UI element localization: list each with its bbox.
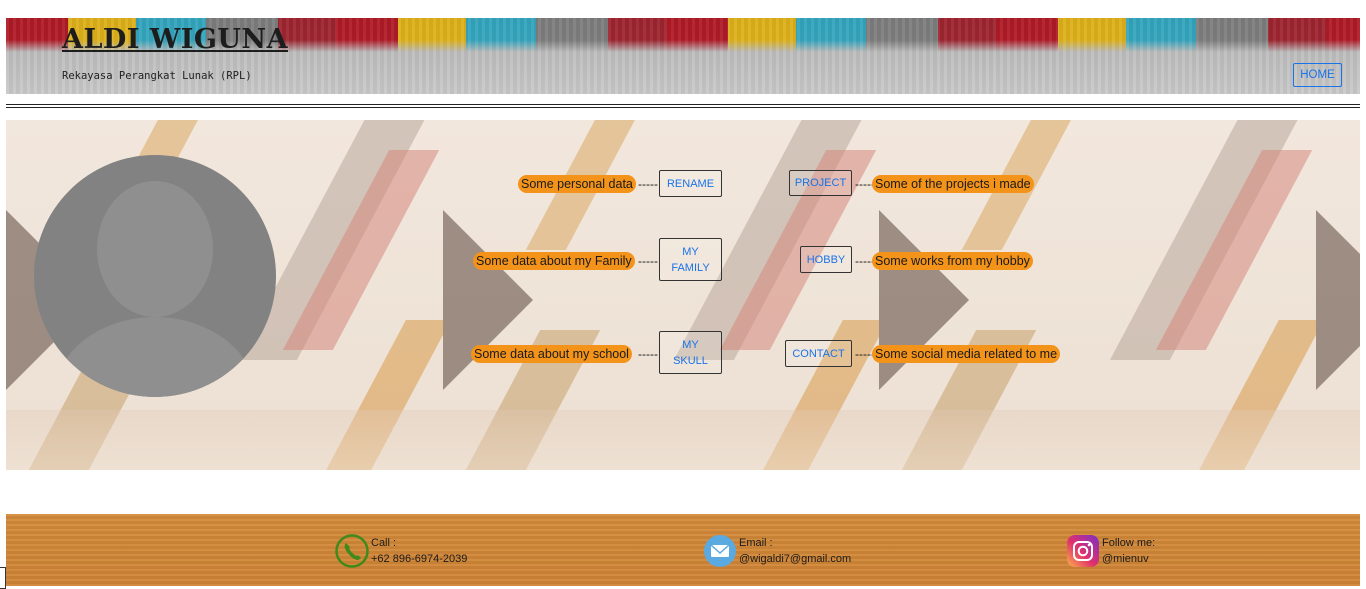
corner-mark — [0, 567, 6, 589]
main-section: Some personal data ----- RENAME Some dat… — [6, 120, 1360, 470]
site-title[interactable]: ALDI WIGUNA — [62, 24, 288, 55]
contact-description: Some social media related to me — [872, 345, 1061, 363]
mail-icon — [704, 535, 736, 567]
profile-avatar-icon — [34, 155, 276, 397]
email-label: Email : — [739, 537, 773, 549]
rename-button[interactable]: RENAME — [659, 170, 722, 197]
phone-contact[interactable]: Call : +62 896-6974-2039 — [335, 534, 467, 568]
instagram-icon — [1067, 535, 1099, 567]
home-button[interactable]: HOME — [1293, 63, 1342, 87]
project-description: Some of the projects i made — [872, 175, 1034, 193]
hobby-description: Some works from my hobby — [872, 252, 1033, 270]
connector-dash: ----- — [638, 254, 658, 268]
phone-label: Call : — [371, 537, 397, 549]
contact-button[interactable]: CONTACT — [785, 340, 852, 367]
instagram-contact[interactable]: Follow me: @mienuv — [1066, 534, 1155, 568]
email-address: @wigaldi7@gmail.com — [739, 553, 852, 565]
school-data-description: Some data about my school — [471, 345, 632, 363]
connector-dash: ----- — [638, 177, 658, 191]
phone-icon — [335, 534, 369, 568]
hobby-button[interactable]: HOBBY — [800, 246, 852, 273]
site-header: ALDI WIGUNA Rekayasa Perangkat Lunak (RP… — [6, 18, 1360, 94]
my-skull-button[interactable]: MY SKULL — [659, 331, 722, 374]
header-divider-secondary — [6, 107, 1360, 108]
header-divider — [6, 104, 1360, 105]
family-data-description: Some data about my Family — [473, 252, 635, 270]
phone-number: +62 896-6974-2039 — [371, 553, 468, 565]
site-footer: Call : +62 896-6974-2039 Email : @wigald… — [6, 514, 1360, 586]
site-subtitle: Rekayasa Perangkat Lunak (RPL) — [62, 70, 252, 82]
project-button[interactable]: PROJECT — [789, 170, 852, 196]
my-family-button[interactable]: MY FAMILY — [659, 238, 722, 281]
personal-data-description: Some personal data — [518, 175, 636, 193]
background-tile — [879, 120, 1316, 470]
background-tile — [1316, 120, 1360, 470]
instagram-label: Follow me: — [1102, 537, 1156, 549]
instagram-handle: @mienuv — [1102, 553, 1149, 565]
email-contact[interactable]: Email : @wigaldi7@gmail.com — [703, 534, 851, 568]
connector-dash: ----- — [638, 347, 658, 361]
